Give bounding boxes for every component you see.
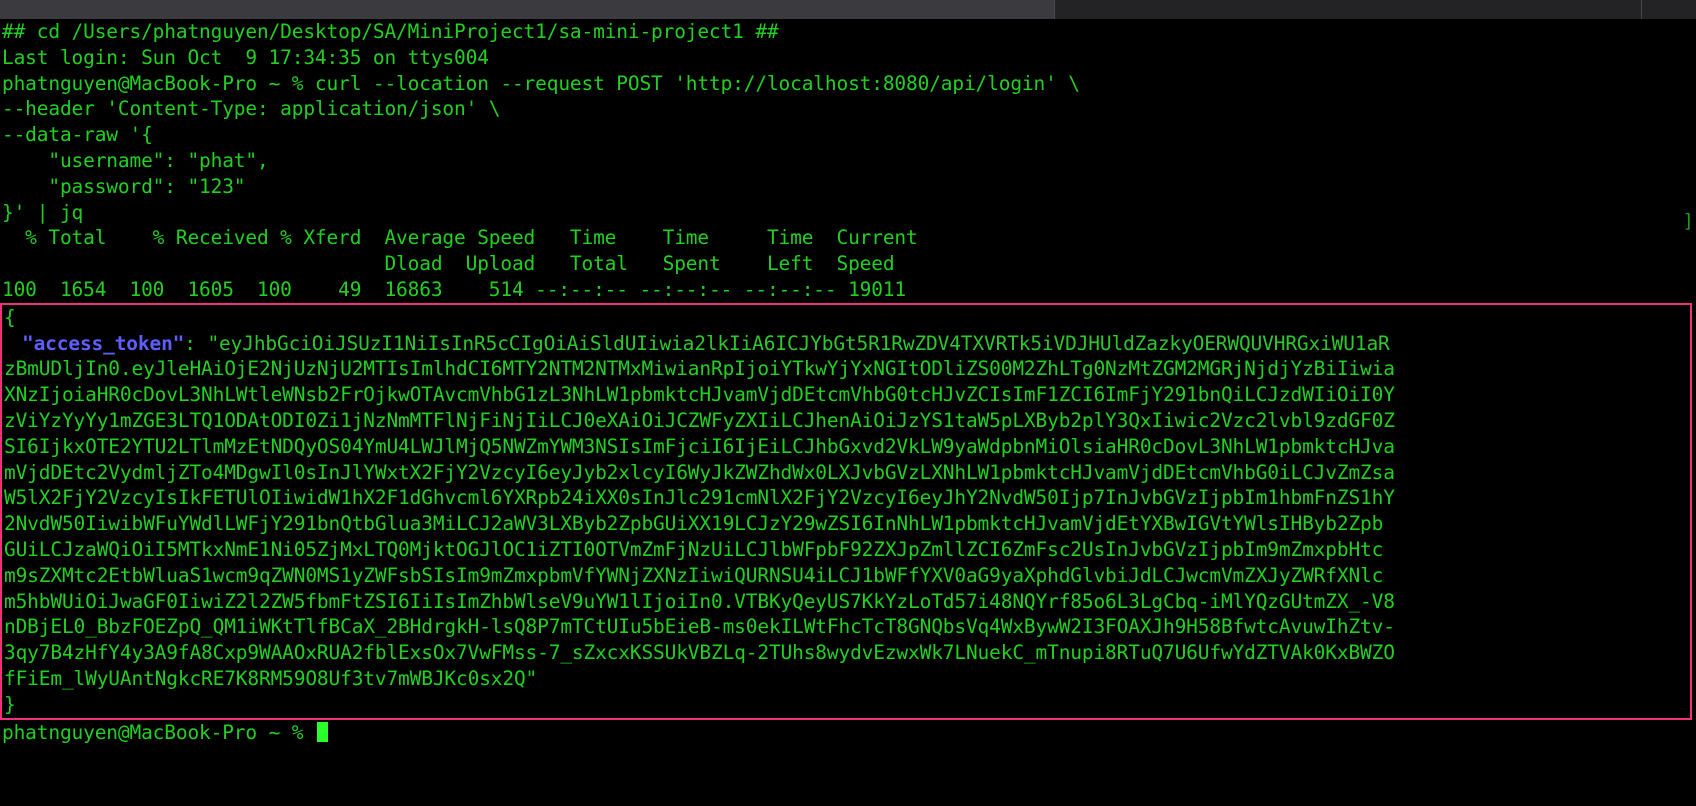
curl-progress-subheader-line: Dload Upload Total Spent Left Speed bbox=[2, 252, 895, 276]
terminal-line: }' | jq bbox=[2, 200, 84, 224]
json-token-line: m5hbWUiOiJwaGF0IiwiZ2l2ZW5fbmFtZSI6IiIsI… bbox=[4, 589, 1395, 613]
shell-prompt-text: phatnguyen@MacBook-Pro ~ % bbox=[2, 720, 315, 744]
json-token-line: W5lX2FjY2VzcyIsIkFETUlOIiwidW1hX2F1dGhvc… bbox=[4, 486, 1395, 510]
window-chrome-strip bbox=[0, 0, 1696, 19]
right-edge-artifact: ] bbox=[1682, 210, 1694, 232]
chrome-segment-background-window[interactable] bbox=[1055, 0, 1641, 19]
json-token-line: nDBjEL0_BbzFOEZpQ_QM1iWKtTlfBCaX_2BHdrgk… bbox=[4, 615, 1395, 639]
terminal-line: Last login: Sun Oct 9 17:34:35 on ttys00… bbox=[2, 45, 489, 69]
text-cursor bbox=[316, 721, 328, 742]
json-token-line: 2NvdW50IiwibWFuYWdlLWFjY291bnQtbGlua3MiL… bbox=[4, 512, 1384, 536]
json-close-brace: } bbox=[4, 692, 16, 716]
json-token-line: fFiEm_lWyUAntNgkcRE7K8RM59O8Uf3tv7mWBJKc… bbox=[4, 666, 538, 690]
json-token-line: "eyJhbGciOiJSUzI1NiIsInR5cCIgOiAiSldUIiw… bbox=[207, 331, 1390, 355]
terminal-line: "username": "phat", bbox=[2, 148, 269, 172]
json-token-line: zBmUDljIn0.eyJleHAiOjE2NjUzNjU2MTIsImlhd… bbox=[4, 357, 1395, 381]
json-token-line: m9sZXMtc2EtbWluaS1wcm9qZWN0MS1yZWFsbSIsI… bbox=[4, 563, 1384, 587]
shell-prompt-line[interactable]: phatnguyen@MacBook-Pro ~ % bbox=[0, 720, 1696, 746]
json-token-line: SI6IjkxOTE2YTU2LTlmMzEtNDQyOS04YmU4LWJlM… bbox=[4, 434, 1395, 458]
json-access-token-line: "access_token": "eyJhbGciOiJSUzI1NiIsInR… bbox=[2, 331, 1690, 357]
json-token-line: GUiLCJzaWQiOiI5MTkxNmE1Ni05ZjMxLTQ0MjktO… bbox=[4, 537, 1384, 561]
json-key-separator: : bbox=[184, 331, 208, 355]
curl-progress-header-line: % Total % Received % Xferd Average Speed… bbox=[2, 226, 918, 250]
json-output-highlight-block[interactable]: { "access_token": "eyJhbGciOiJSUzI1NiIsI… bbox=[0, 302, 1692, 720]
terminal-line: ## cd /Users/phatnguyen/Desktop/SA/MiniP… bbox=[2, 20, 779, 43]
chrome-segment-active-window[interactable] bbox=[0, 0, 1054, 19]
terminal-line: "password": "123" bbox=[2, 174, 246, 198]
json-token-line: mVjdDEtc2VydmljZTo4MDgwIl0sInJlYWxtX2FjY… bbox=[4, 460, 1395, 484]
terminal-scrollback: ## cd /Users/phatnguyen/Desktop/SA/MiniP… bbox=[0, 19, 1696, 303]
chrome-segment-right[interactable] bbox=[1642, 0, 1696, 19]
terminal-window: ## cd /Users/phatnguyen/Desktop/SA/MiniP… bbox=[0, 0, 1696, 806]
terminal-line: --header 'Content-Type: application/json… bbox=[2, 97, 501, 121]
json-token-line: XNzIjoiaHR0cDovL3NhLWtleWNsb2FrOjkwOTAvc… bbox=[4, 383, 1395, 407]
terminal-screen[interactable]: ## cd /Users/phatnguyen/Desktop/SA/MiniP… bbox=[0, 19, 1696, 806]
json-open-brace: { bbox=[4, 305, 16, 329]
json-token-line: zViYzYyYy1mZGE3LTQ1ODAtODI0Zi1jNzNmMTFlN… bbox=[4, 408, 1395, 432]
json-key-access-token: "access_token" bbox=[22, 331, 185, 355]
terminal-line: phatnguyen@MacBook-Pro ~ % curl --locati… bbox=[2, 71, 1080, 95]
curl-progress-values-line: 100 1654 100 1605 100 49 16863 514 --:--… bbox=[2, 277, 907, 301]
terminal-line: --data-raw '{ bbox=[2, 123, 153, 147]
json-token-line: 3qy7B4zHfY4y3A9fA8Cxp9WAAOxRUA2fblExsOx7… bbox=[4, 641, 1395, 665]
